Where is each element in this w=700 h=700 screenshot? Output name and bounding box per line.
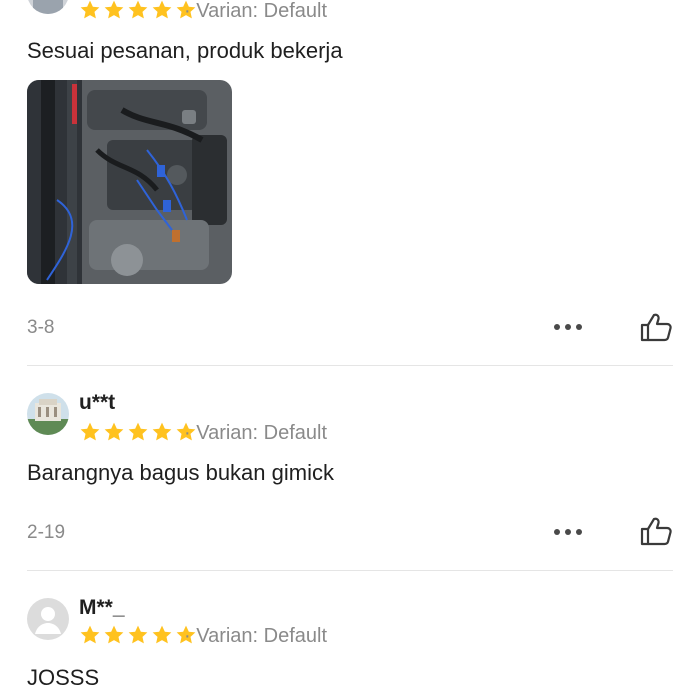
review-date: 3-8 [27,317,55,338]
star-icon [128,422,148,441]
review-comment: Barangnya bagus bukan gimick [27,460,334,485]
avatar[interactable] [27,393,69,435]
review-date: 2-19 [27,522,66,543]
star-icon [104,0,124,19]
avatar[interactable] [27,0,69,14]
star-icon [128,625,148,644]
default-avatar-icon[interactable] [27,598,69,640]
review-item: M**_ · Varian: Default JOSSS [0,571,700,700]
star-icon [152,0,172,19]
username: u**t [79,391,116,414]
thumbs-up-icon[interactable] [639,311,673,343]
thumbs-up-icon[interactable] [639,515,673,547]
star-icon [152,625,172,644]
username: M**_ [79,596,125,619]
review-comment: Sesuai pesanan, produk bekerja [27,38,343,63]
star-icon [80,625,100,644]
more-options-icon[interactable] [554,323,582,331]
star-icon [152,422,172,441]
variant-label: · Varian: Default [184,0,328,22]
variant-label: · Varian: Default [184,422,328,444]
star-icon [128,0,148,19]
variant-label: · Varian: Default [184,625,328,647]
more-options-icon[interactable] [554,528,582,536]
star-rating [79,0,197,21]
star-icon [80,0,100,19]
review-item: · Varian: Default Sesuai pesanan, produk… [0,0,700,365]
star-rating [79,421,197,443]
star-rating [79,624,197,646]
review-comment: JOSSS [27,665,100,690]
review-photo[interactable] [27,80,232,284]
review-item: u**t · Varian: Default Barangnya bagus b… [0,366,700,570]
star-icon [80,422,100,441]
star-icon [104,422,124,441]
star-icon [104,625,124,644]
